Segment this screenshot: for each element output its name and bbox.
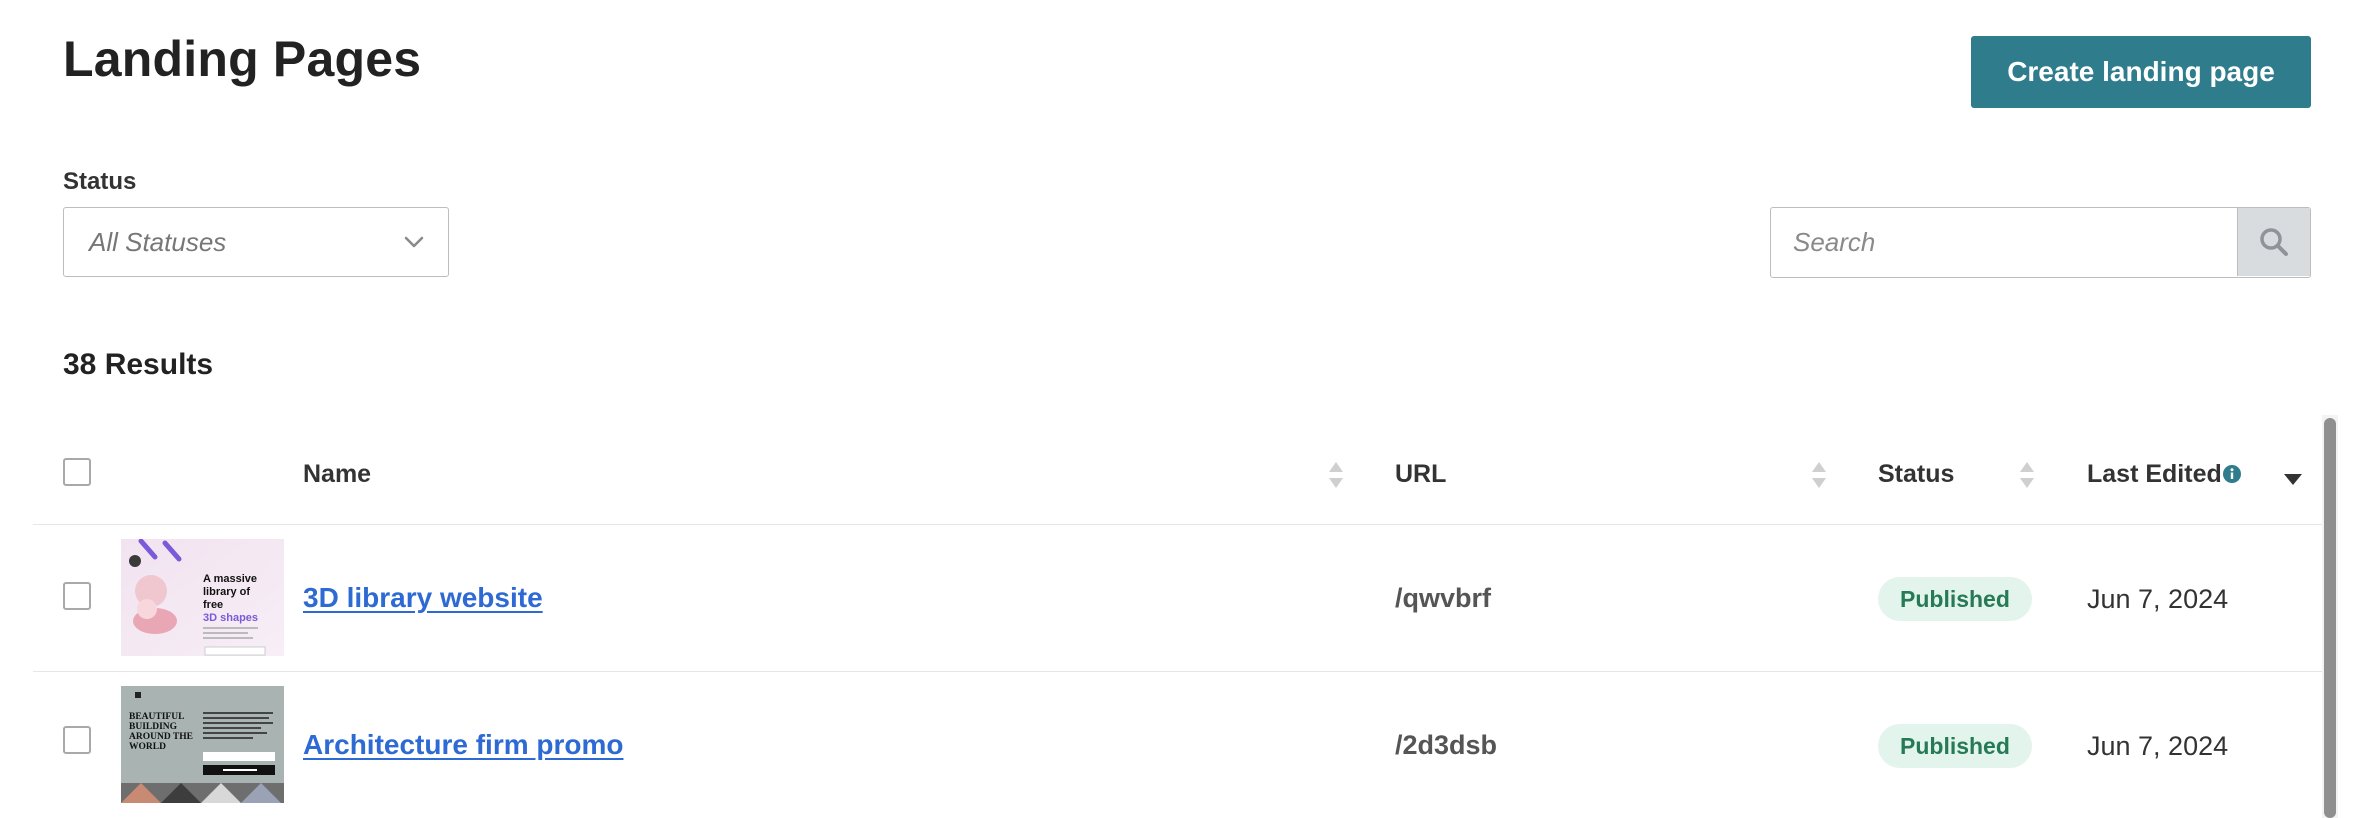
thumb-headline-line: library of <box>203 586 250 598</box>
search-field <box>1770 207 2311 278</box>
thumb-headline-accent: 3D shapes <box>203 612 258 624</box>
info-icon[interactable] <box>2222 464 2242 484</box>
column-header-url[interactable]: URL <box>1395 460 1446 489</box>
thumbnail-3d-library: A massive library of free 3D shapes <box>121 539 284 656</box>
chevron-down-icon <box>404 236 424 248</box>
thumb-headline-line: A massive <box>203 573 257 585</box>
results-count: 38 Results <box>63 348 214 381</box>
header-divider <box>33 524 2323 525</box>
row-divider <box>33 671 2323 672</box>
status-badge: Published <box>1878 577 2032 621</box>
last-edited-date: Jun 7, 2024 <box>2087 584 2229 614</box>
sort-url-icon[interactable] <box>1811 460 1827 490</box>
page-title: Landing Pages <box>63 31 422 87</box>
last-edited-date: Jun 7, 2024 <box>2087 731 2229 761</box>
landing-page-name-link[interactable]: 3D library website <box>303 582 543 614</box>
thumb-headline-line: free <box>203 599 223 611</box>
column-header-last-edited[interactable]: Last Edited <box>2087 460 2222 489</box>
sort-status-icon[interactable] <box>2019 460 2035 490</box>
thumb-headline-line: WORLD <box>129 742 166 752</box>
thumb-headline-line: BUILDING <box>129 722 178 732</box>
row-checkbox[interactable] <box>63 582 91 610</box>
column-header-status[interactable]: Status <box>1878 460 1954 489</box>
status-filter-select[interactable]: All Statuses <box>63 207 449 277</box>
landing-page-url: /2d3dsb <box>1395 730 1498 760</box>
search-input[interactable] <box>1771 208 2237 276</box>
thumb-headline-line: AROUND THE <box>129 732 193 742</box>
status-filter-value: All Statuses <box>89 226 227 257</box>
sort-name-icon[interactable] <box>1328 460 1344 490</box>
sort-desc-icon[interactable] <box>2283 472 2303 486</box>
thumb-headline-line: BEAUTIFUL <box>129 712 184 722</box>
row-checkbox[interactable] <box>63 726 91 754</box>
landing-page-thumbnail[interactable]: A massive library of free 3D shapes <box>121 539 284 656</box>
column-header-name[interactable]: Name <box>303 460 371 489</box>
search-button[interactable] <box>2237 208 2310 276</box>
status-filter-label: Status <box>63 168 137 195</box>
create-landing-page-button[interactable]: Create landing page <box>1971 36 2311 108</box>
search-icon <box>2260 228 2288 256</box>
select-all-checkbox[interactable] <box>63 458 91 486</box>
scrollbar-thumb[interactable] <box>2324 418 2336 818</box>
landing-page-thumbnail[interactable]: BEAUTIFUL BUILDING AROUND THE WORLD <box>121 686 284 803</box>
status-badge: Published <box>1878 724 2032 768</box>
landing-page-name-link[interactable]: Architecture firm promo <box>303 729 624 761</box>
landing-page-url: /qwvbrf <box>1395 583 1492 613</box>
thumbnail-architecture-firm: BEAUTIFUL BUILDING AROUND THE WORLD <box>121 686 284 803</box>
